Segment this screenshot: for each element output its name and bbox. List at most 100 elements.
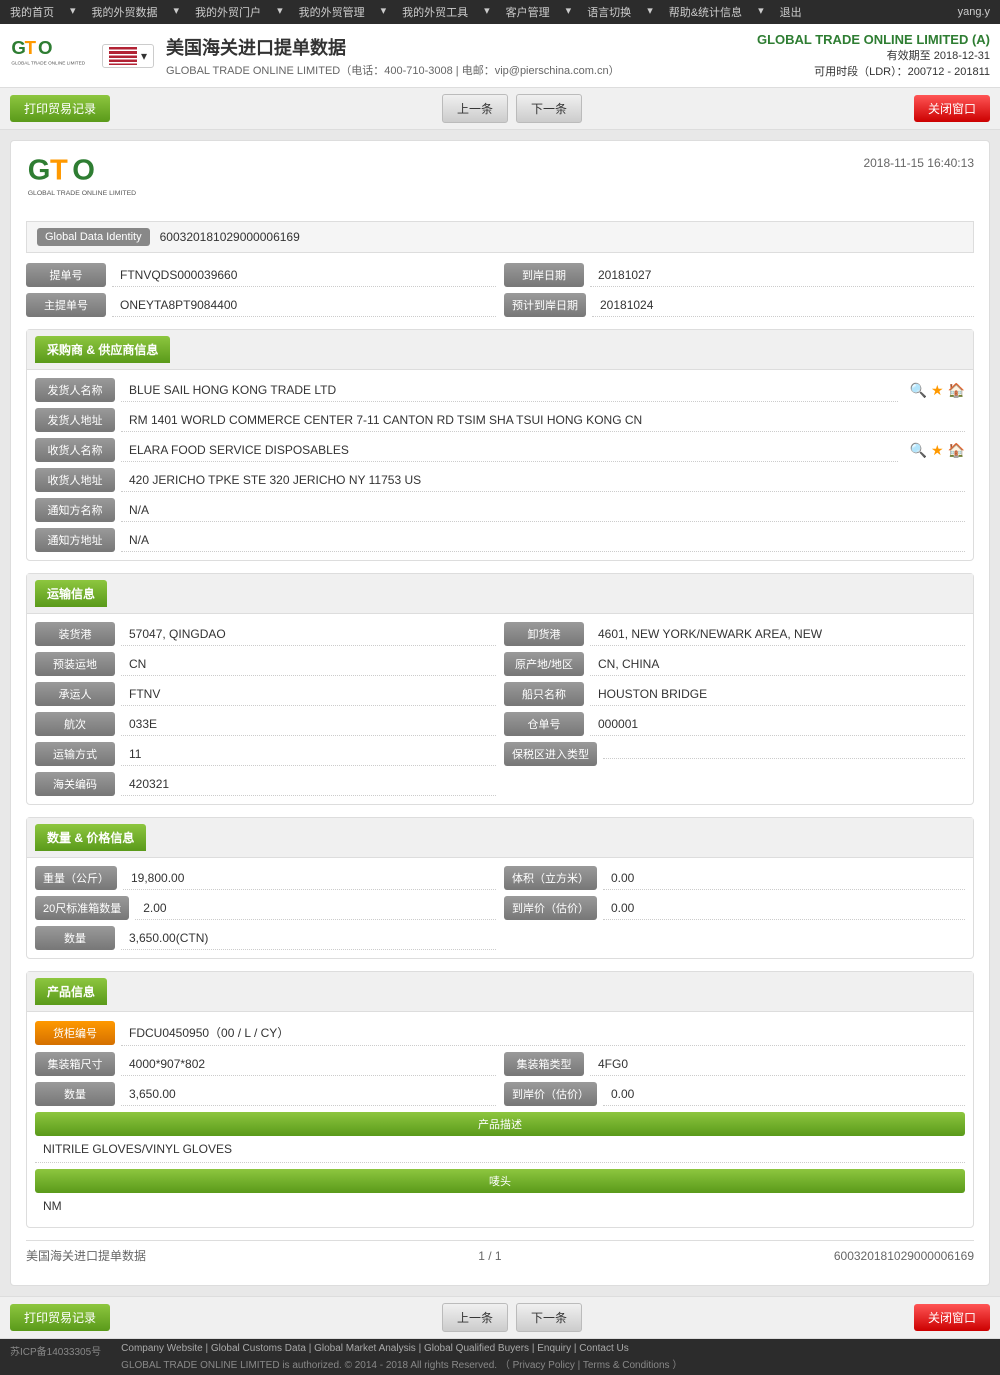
product-body: 货柜编号 FDCU0450950（00 / L / CY） 集装箱尺寸 4000…	[27, 1012, 973, 1227]
nav-language[interactable]: 语言切换	[587, 4, 631, 20]
containers-field: 20尺标准箱数量 2.00	[35, 896, 496, 920]
nav-foreign-mgmt[interactable]: 我的外贸管理	[299, 4, 365, 20]
arrive-price-value: 0.00	[603, 897, 965, 920]
terms-link[interactable]: Terms & Conditions	[583, 1360, 670, 1371]
prev-button[interactable]: 上一条	[442, 94, 508, 123]
container-no-label: 货柜编号	[35, 1021, 115, 1045]
loading-port-value: 57047, QINGDAO	[121, 623, 496, 646]
footer-link-contact[interactable]: Contact Us	[579, 1343, 628, 1354]
ldr: 可用时段（LDR）：200712 - 201811	[757, 63, 990, 79]
origin-row: 预装运地 CN 原产地/地区 CN, CHINA	[35, 652, 965, 676]
shipper-name-label: 发货人名称	[35, 378, 115, 402]
next-button[interactable]: 下一条	[516, 94, 582, 123]
shipper-star-icon[interactable]: ★	[931, 382, 944, 399]
flag-dropdown-arrow: ▾	[141, 49, 147, 63]
nav-help[interactable]: 帮助&统计信息	[669, 4, 742, 20]
svg-text:O: O	[72, 156, 95, 187]
bottom-prev-button[interactable]: 上一条	[442, 1303, 508, 1332]
transport-mode-label: 运输方式	[35, 742, 115, 766]
nav-customer-mgmt[interactable]: 客户管理	[506, 4, 550, 20]
qty-value: 3,650.00(CTN)	[121, 927, 496, 950]
marks-section: 唛头 NM	[35, 1169, 965, 1219]
nav-dropdown-arrow8: ▾	[758, 4, 764, 20]
svg-text:T: T	[50, 156, 68, 187]
product-header-wrap: 产品信息	[27, 972, 973, 1012]
privacy-link[interactable]: Privacy Policy	[513, 1360, 575, 1371]
product-desc-label: 产品描述	[35, 1112, 965, 1136]
consignee-addr-value: 420 JERICHO TPKE STE 320 JERICHO NY 1175…	[121, 469, 965, 492]
nav-logout[interactable]: 退出	[780, 4, 802, 20]
close-button[interactable]: 关闭窗口	[914, 95, 990, 122]
bottom-print-button[interactable]: 打印贸易记录	[10, 1304, 110, 1331]
notify-addr-value: N/A	[121, 529, 965, 552]
record-datetime: 2018-11-15 16:40:13	[863, 156, 974, 170]
bottom-toolbar: 打印贸易记录 上一条 下一条 关闭窗口	[0, 1296, 1000, 1339]
product-qty-row: 数量 3,650.00 到岸价（估价） 0.00	[35, 1082, 965, 1106]
page-header: G T O GLOBAL TRADE ONLINE LIMITED ▾ 美国海关…	[0, 24, 1000, 88]
nav-menu[interactable]: 我的首页 ▾ 我的外贸数据 ▾ 我的外贸门户 ▾ 我的外贸管理 ▾ 我的外贸工具…	[10, 4, 802, 20]
qp-body: 重量（公斤） 19,800.00 体积（立方米） 0.00 20尺标准箱数量 2…	[27, 858, 973, 958]
footer-link-buyers[interactable]: Global Qualified Buyers	[424, 1343, 529, 1354]
nav-foreign-tools[interactable]: 我的外贸工具	[402, 4, 468, 20]
gdi-value: 600320181029000006169	[160, 230, 300, 244]
vessel-label: 船只名称	[504, 682, 584, 706]
consignee-home-icon[interactable]: 🏠	[948, 442, 965, 459]
validity: 有效期至 2018-12-31	[757, 47, 990, 63]
shipper-addr-row: 发货人地址 RM 1401 WORLD COMMERCE CENTER 7-11…	[35, 408, 965, 432]
print-button[interactable]: 打印贸易记录	[10, 95, 110, 122]
qp-header-wrap: 数量 & 价格信息	[27, 818, 973, 858]
shipper-home-icon[interactable]: 🏠	[948, 382, 965, 399]
bottom-next-button[interactable]: 下一条	[516, 1303, 582, 1332]
consignee-star-icon[interactable]: ★	[931, 442, 944, 459]
footer-link-company[interactable]: Company Website	[121, 1343, 203, 1354]
nav-user: yang.y	[958, 6, 990, 18]
company-name: GLOBAL TRADE ONLINE LIMITED (A)	[757, 32, 990, 47]
footer-link-customs[interactable]: Global Customs Data	[211, 1343, 306, 1354]
svg-text:G: G	[28, 156, 51, 187]
nav-dropdown-arrow6: ▾	[566, 4, 572, 20]
shipper-addr-label: 发货人地址	[35, 408, 115, 432]
container-no-row: 货柜编号 FDCU0450950（00 / L / CY）	[35, 1020, 965, 1046]
volume-field: 体积（立方米） 0.00	[504, 866, 965, 890]
consignee-icons: 🔍 ★ 🏠	[910, 442, 965, 459]
footer-copyright: GLOBAL TRADE ONLINE LIMITED is authorize…	[121, 1356, 990, 1371]
shipper-name-row: 发货人名称 BLUE SAIL HONG KONG TRADE LTD 🔍 ★ …	[35, 378, 965, 402]
record-logo: G T O GLOBAL TRADE ONLINE LIMITED	[26, 156, 166, 209]
icp-number: 苏ICP备14033305号	[10, 1343, 101, 1371]
transport-body: 装货港 57047, QINGDAO 卸货港 4601, NEW YORK/NE…	[27, 614, 973, 804]
voyage-label: 航次	[35, 712, 115, 736]
product-price-value: 0.00	[603, 1083, 965, 1106]
notify-addr-row: 通知方地址 N/A	[35, 528, 965, 552]
nav-foreign-portal[interactable]: 我的外贸门户	[195, 4, 261, 20]
nav-foreign-data[interactable]: 我的外贸数据	[92, 4, 158, 20]
customs-code-label: 海关编码	[35, 772, 115, 796]
qty-label: 数量	[35, 926, 115, 950]
shipper-name-value: BLUE SAIL HONG KONG TRADE LTD	[121, 379, 898, 402]
consignee-search-icon[interactable]: 🔍	[910, 442, 927, 459]
buyer-supplier-section: 采购商 & 供应商信息 发货人名称 BLUE SAIL HONG KONG TR…	[26, 329, 974, 561]
bottom-toolbar-center: 上一条 下一条	[442, 1303, 582, 1332]
company-logo: G T O GLOBAL TRADE ONLINE LIMITED	[10, 36, 90, 76]
notify-name-label: 通知方名称	[35, 498, 115, 522]
bonded-field: 保税区进入类型	[504, 742, 965, 766]
qty-row: 数量 3,650.00(CTN)	[35, 926, 965, 950]
master-bill-row: 主提单号 ONEYTA8PT9084400 预计到岸日期 20181024	[26, 293, 974, 317]
flag-area[interactable]: ▾	[102, 44, 154, 68]
transport-header: 运输信息	[35, 580, 107, 607]
buyer-supplier-header: 采购商 & 供应商信息	[35, 336, 170, 363]
arrive-date-field: 到岸日期 20181027	[504, 263, 974, 287]
logo-area: G T O GLOBAL TRADE ONLINE LIMITED	[10, 36, 90, 76]
bottom-close-button[interactable]: 关闭窗口	[914, 1304, 990, 1331]
voyage-field: 航次 033E	[35, 712, 496, 736]
customs-code-placeholder	[504, 772, 965, 796]
discharge-port-label: 卸货港	[504, 622, 584, 646]
footer-link-enquiry[interactable]: Enquiry	[537, 1343, 571, 1354]
shipper-search-icon[interactable]: 🔍	[910, 382, 927, 399]
carrier-row: 承运人 FTNV 船只名称 HOUSTON BRIDGE	[35, 682, 965, 706]
port-row: 装货港 57047, QINGDAO 卸货港 4601, NEW YORK/NE…	[35, 622, 965, 646]
top-toolbar: 打印贸易记录 上一条 下一条 关闭窗口	[0, 88, 1000, 130]
nav-dropdown-arrow3: ▾	[277, 4, 283, 20]
nav-home[interactable]: 我的首页	[10, 4, 54, 20]
footer-link-market[interactable]: Global Market Analysis	[314, 1343, 416, 1354]
container-type-field: 集装箱类型 4FG0	[504, 1052, 965, 1076]
